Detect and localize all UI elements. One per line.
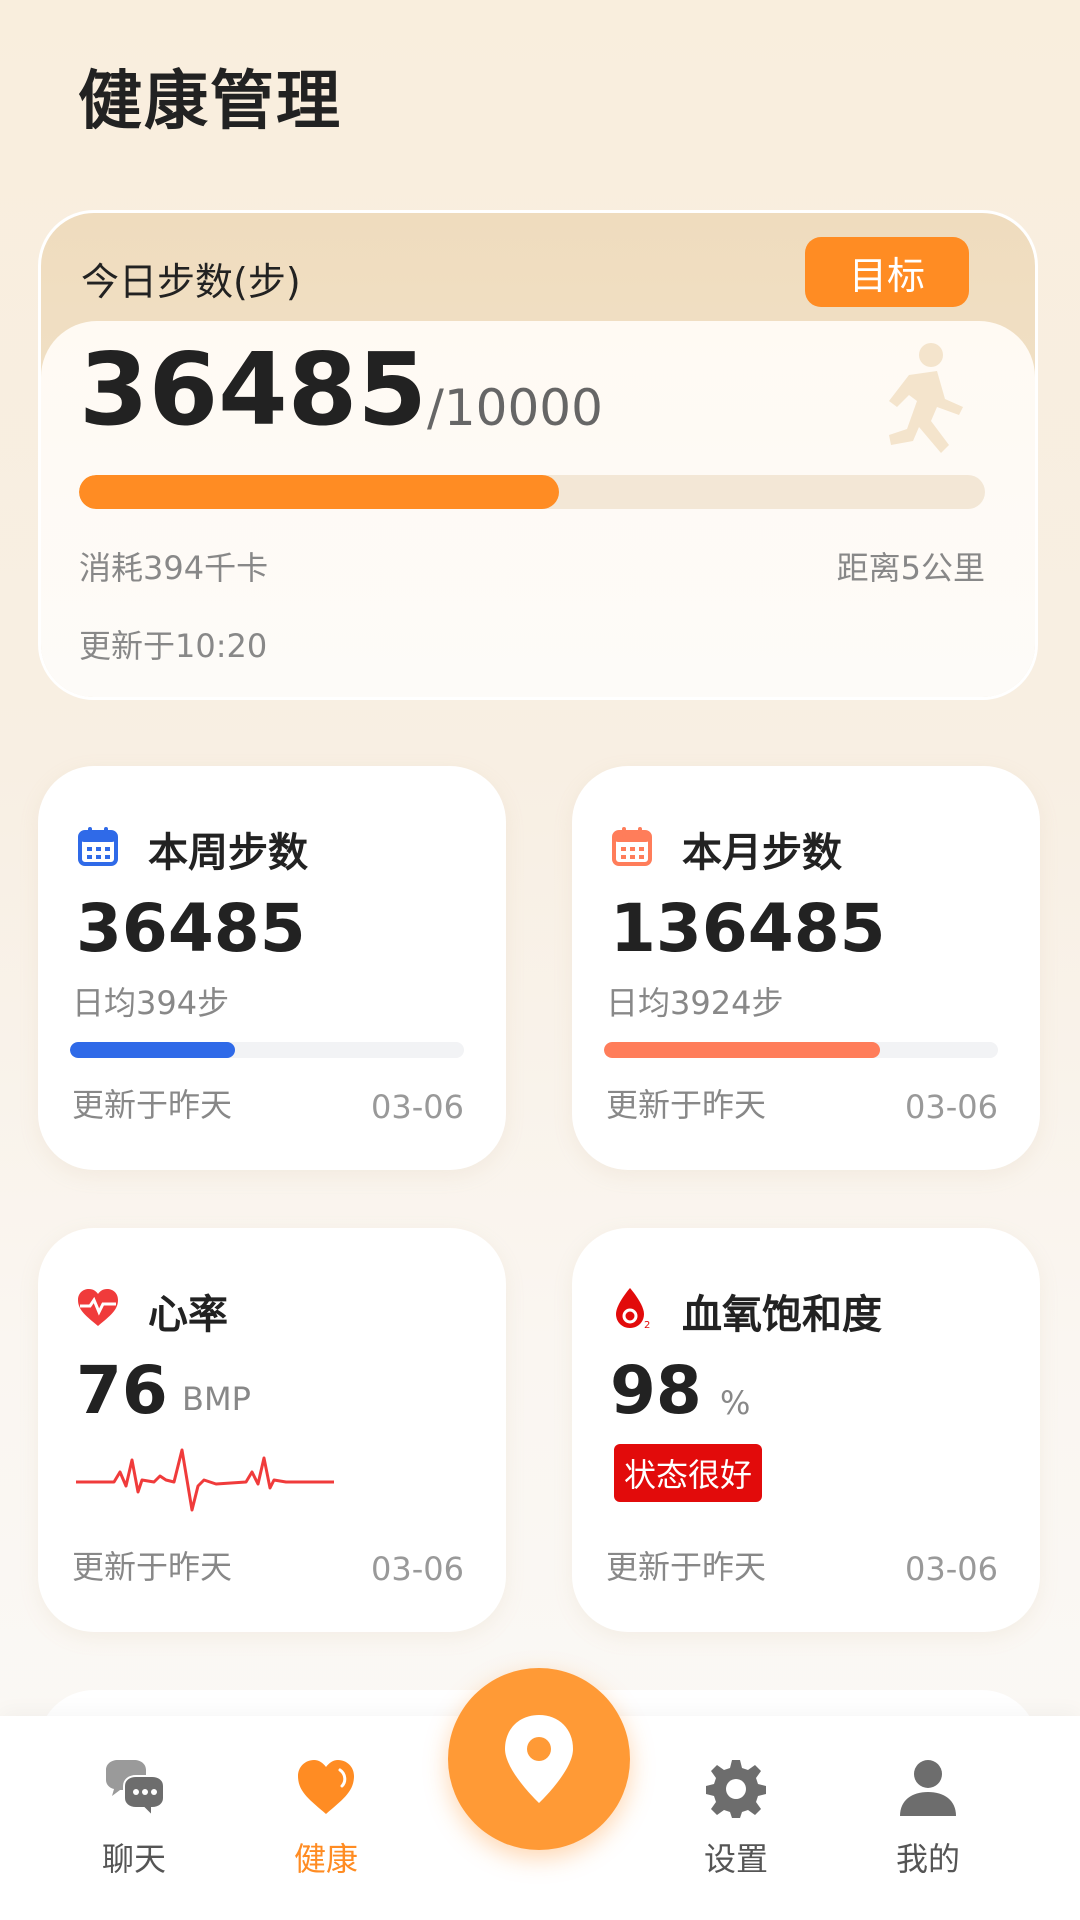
- week-updated-text: 更新于昨天: [72, 1086, 233, 1124]
- heart-rate-title: 心率: [148, 1292, 228, 1338]
- month-updated-text: 更新于昨天: [606, 1086, 767, 1124]
- kcal-text: 消耗394千卡: [79, 549, 269, 587]
- nav-chat[interactable]: 聊天: [64, 1756, 204, 1880]
- user-icon: [900, 1760, 956, 1816]
- week-steps-title: 本周步数: [148, 830, 308, 876]
- month-steps-card[interactable]: 本月步数 136485 日均3924步 更新于昨天 03-06: [572, 766, 1040, 1170]
- location-button[interactable]: [448, 1668, 630, 1850]
- nav-settings-label: 设置: [703, 1840, 768, 1878]
- blood-oxygen-value: 98: [610, 1352, 702, 1429]
- blood-oxygen-title: 血氧饱和度: [682, 1292, 882, 1338]
- spo2-updated-text: 更新于昨天: [606, 1548, 767, 1586]
- heart-updated-text: 更新于昨天: [72, 1548, 233, 1586]
- week-steps-average: 日均394步: [72, 984, 230, 1022]
- today-steps-title: 今日步数(步): [81, 260, 301, 304]
- nav-mine[interactable]: 我的: [858, 1756, 998, 1880]
- distance-text: 距离5公里: [836, 549, 985, 587]
- month-steps-value: 136485: [610, 890, 886, 967]
- blood-oxygen-unit: %: [720, 1384, 751, 1422]
- heart-rate-icon: [78, 1289, 118, 1326]
- heart-date: 03-06: [371, 1550, 464, 1588]
- today-steps-value: 36485: [79, 331, 427, 448]
- today-steps-goal: /10000: [427, 379, 603, 437]
- nav-health-label: 健康: [293, 1840, 358, 1878]
- heart-rate-card[interactable]: 心率 76 BMP 更新于昨天 03-06: [38, 1228, 506, 1632]
- today-steps-body: 36485 /10000 消耗394千卡 距离5公里 更新于10:20: [41, 321, 1035, 697]
- nav-chat-label: 聊天: [101, 1840, 166, 1878]
- today-progress-bar: [79, 475, 985, 509]
- month-progress-fill: [604, 1042, 880, 1058]
- calendar-icon: [612, 827, 652, 866]
- calendar-icon: [78, 827, 118, 866]
- week-steps-value: 36485: [76, 890, 306, 967]
- nav-mine-label: 我的: [895, 1840, 960, 1878]
- page-title: 健康管理: [78, 65, 342, 139]
- week-date: 03-06: [371, 1088, 464, 1126]
- nav-health[interactable]: 健康: [256, 1756, 396, 1880]
- status-badge: 状态很好: [614, 1444, 763, 1502]
- month-steps-average: 日均3924步: [606, 984, 784, 1022]
- week-steps-card[interactable]: 本周步数 36485 日均394步 更新于昨天 03-06: [38, 766, 506, 1170]
- today-progress-fill: [79, 475, 560, 509]
- week-progress-bar: [70, 1042, 464, 1058]
- location-pin-icon: [505, 1715, 573, 1803]
- month-progress-bar: [604, 1042, 998, 1058]
- heart-rate-unit: BMP: [182, 1380, 251, 1418]
- heartbeat-wave: [76, 1448, 334, 1512]
- blood-drop-icon: 2: [616, 1288, 650, 1330]
- gear-icon: [706, 1760, 766, 1818]
- month-date: 03-06: [905, 1088, 998, 1126]
- heart-icon: [298, 1760, 354, 1814]
- chat-icon: [106, 1760, 165, 1819]
- blood-oxygen-card[interactable]: 2 血氧饱和度 98 % 状态很好 更新于昨天 03-06: [572, 1228, 1040, 1632]
- week-progress-fill: [70, 1042, 236, 1058]
- svg-text:2: 2: [644, 1320, 650, 1330]
- runner-icon: [889, 343, 963, 453]
- heart-rate-value: 76: [76, 1352, 168, 1429]
- today-steps-card[interactable]: 今日步数(步) 目标 36485 /10000 消耗394千卡 距离5公里 更新…: [38, 210, 1038, 700]
- spo2-date: 03-06: [905, 1550, 998, 1588]
- month-steps-title: 本月步数: [682, 830, 842, 876]
- nav-settings[interactable]: 设置: [666, 1756, 806, 1880]
- goal-button[interactable]: 目标: [805, 237, 969, 307]
- today-updated-text: 更新于10:20: [79, 627, 268, 665]
